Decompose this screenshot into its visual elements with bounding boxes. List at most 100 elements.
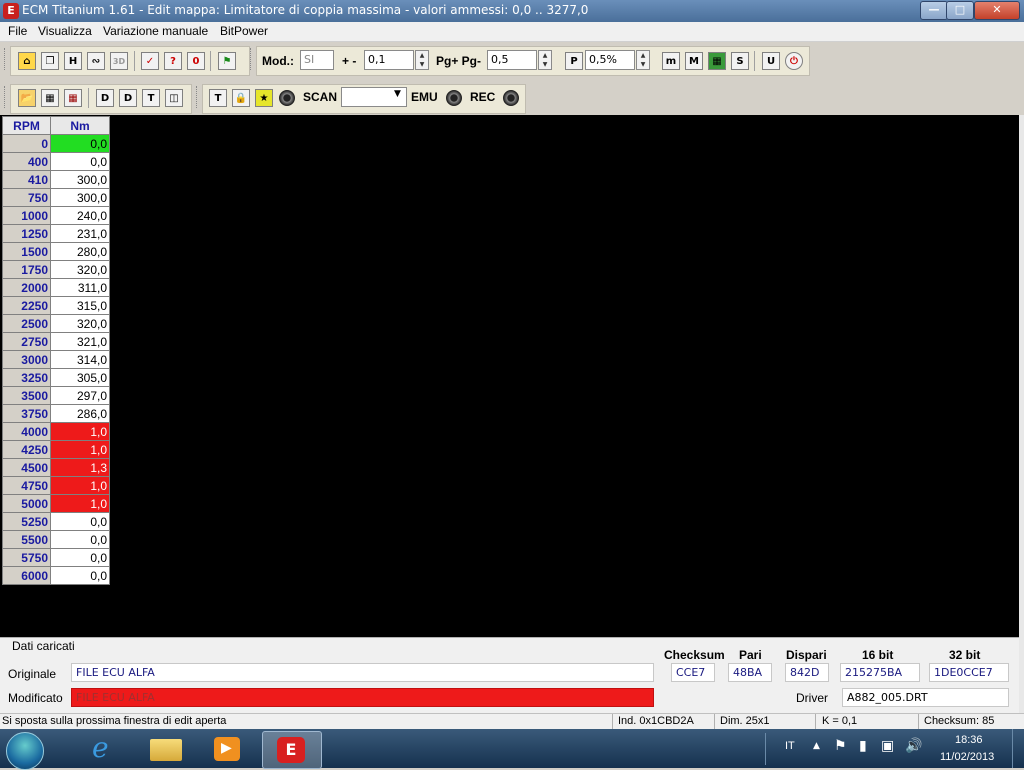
nm-cell[interactable]: 0,0	[50, 566, 110, 585]
nm-cell[interactable]: 286,0	[50, 404, 110, 423]
page-step-input[interactable]: 0,5	[487, 50, 537, 70]
d-button-1[interactable]: D	[96, 89, 114, 107]
s-button[interactable]: S	[731, 52, 749, 70]
ecm-titanium-taskbar-icon[interactable]: E	[262, 731, 322, 769]
t-button[interactable]: T	[142, 89, 160, 107]
menu-visualizza[interactable]: Visualizza	[38, 24, 92, 38]
nm-cell[interactable]: 1,0	[50, 476, 110, 495]
nm-cell[interactable]: 315,0	[50, 296, 110, 315]
show-desktop-button[interactable]	[1012, 729, 1024, 768]
save-icon[interactable]: ▦	[41, 89, 59, 107]
nm-cell[interactable]: 1,3	[50, 458, 110, 477]
table-row[interactable]: 3750 286,0	[2, 404, 110, 423]
nm-cell[interactable]: 300,0	[50, 170, 110, 189]
table-row[interactable]: 3000 314,0	[2, 350, 110, 369]
m-lower-button[interactable]: m	[662, 52, 680, 70]
table-row[interactable]: 3250 305,0	[2, 368, 110, 387]
table-row[interactable]: 400 0,0	[2, 152, 110, 171]
m-upper-button[interactable]: M	[685, 52, 703, 70]
home-icon[interactable]: ⌂	[18, 52, 36, 70]
volume-icon[interactable]: 🔊	[905, 738, 922, 754]
table-row[interactable]: 4000 1,0	[2, 422, 110, 441]
toolbar-grip[interactable]	[4, 48, 8, 70]
toolbar-grip[interactable]	[250, 48, 254, 70]
table-row[interactable]: 1250 231,0	[2, 224, 110, 243]
table-row[interactable]: 4750 1,0	[2, 476, 110, 495]
nm-cell[interactable]: 280,0	[50, 242, 110, 261]
nm-cell[interactable]: 320,0	[50, 314, 110, 333]
table-row[interactable]: 0 0,0	[2, 134, 110, 153]
lock-icon[interactable]: 🔒	[232, 89, 250, 107]
columns-icon[interactable]: ◫	[165, 89, 183, 107]
battery-icon[interactable]: ▮	[859, 738, 867, 754]
nm-cell[interactable]: 0,0	[50, 530, 110, 549]
nm-cell[interactable]: 314,0	[50, 350, 110, 369]
table-row[interactable]: 2750 321,0	[2, 332, 110, 351]
step-spinner[interactable]: ▲ ▼	[415, 50, 429, 70]
table-row[interactable]: 1000 240,0	[2, 206, 110, 225]
table-row[interactable]: 5750 0,0	[2, 548, 110, 567]
menu-file[interactable]: File	[8, 24, 27, 38]
internet-explorer-icon[interactable]: e	[80, 731, 134, 767]
table-row[interactable]: 2000 311,0	[2, 278, 110, 297]
table-row[interactable]: 5250 0,0	[2, 512, 110, 531]
table-row[interactable]: 1500 280,0	[2, 242, 110, 261]
table-row[interactable]: 2250 315,0	[2, 296, 110, 315]
emu-icon[interactable]	[446, 90, 462, 106]
nm-cell[interactable]: 0,0	[50, 512, 110, 531]
table-row[interactable]: 2500 320,0	[2, 314, 110, 333]
nm-cell[interactable]: 321,0	[50, 332, 110, 351]
nm-cell[interactable]: 240,0	[50, 206, 110, 225]
nm-cell[interactable]: 1,0	[50, 440, 110, 459]
table-row[interactable]: 750 300,0	[2, 188, 110, 207]
graph-3d-button[interactable]: 3D	[110, 52, 128, 70]
minimize-button[interactable]: —	[920, 1, 948, 20]
nm-cell[interactable]: 311,0	[50, 278, 110, 297]
table-row[interactable]: 4250 1,0	[2, 440, 110, 459]
language-indicator[interactable]: IT	[785, 740, 795, 752]
percent-spinner[interactable]: ▲ ▼	[636, 50, 650, 70]
mod-input[interactable]: SI	[300, 50, 334, 70]
media-player-icon[interactable]: ▶	[200, 731, 254, 767]
record-icon[interactable]	[279, 90, 295, 106]
u-button[interactable]: U	[762, 52, 780, 70]
zero-button[interactable]: 0	[187, 52, 205, 70]
t-button-2[interactable]: T	[209, 89, 227, 107]
action-center-icon[interactable]: ⚑	[834, 738, 847, 754]
tray-expand-icon[interactable]: ▲	[813, 741, 820, 751]
chevron-down-icon[interactable]: ▼	[394, 89, 401, 99]
graph-2d-icon[interactable]: ∾	[87, 52, 105, 70]
color-map-icon[interactable]: ▦	[708, 52, 726, 70]
flag-icon[interactable]: ⚑	[218, 52, 236, 70]
table-row[interactable]: 5500 0,0	[2, 530, 110, 549]
nm-cell[interactable]: 0,0	[50, 548, 110, 567]
hex-view-button[interactable]: H	[64, 52, 82, 70]
rec-icon[interactable]	[503, 90, 519, 106]
power-icon[interactable]: ⏻	[785, 52, 803, 70]
page-step-spinner[interactable]: ▲ ▼	[538, 50, 552, 70]
nm-cell[interactable]: 0,0	[50, 152, 110, 171]
check-icon[interactable]: ✓	[141, 52, 159, 70]
toolbar-grip[interactable]	[4, 86, 8, 108]
percent-input[interactable]: 0,5%	[585, 50, 635, 70]
network-icon[interactable]: ▣	[881, 738, 894, 754]
runner-icon[interactable]: ★	[255, 89, 273, 107]
nm-cell[interactable]: 1,0	[50, 422, 110, 441]
nm-cell[interactable]: 300,0	[50, 188, 110, 207]
toolbar-grip[interactable]	[196, 86, 200, 108]
open-folder-icon[interactable]: 📂	[18, 89, 36, 107]
d-button-2[interactable]: D	[119, 89, 137, 107]
save-as-icon[interactable]: ▦	[64, 89, 82, 107]
table-row[interactable]: 4500 1,3	[2, 458, 110, 477]
nm-cell[interactable]: 0,0	[50, 134, 110, 153]
table-row[interactable]: 1750 320,0	[2, 260, 110, 279]
nm-cell[interactable]: 305,0	[50, 368, 110, 387]
menu-bitpower[interactable]: BitPower	[220, 24, 268, 38]
nm-cell[interactable]: 297,0	[50, 386, 110, 405]
scrollbar[interactable]	[1019, 115, 1024, 713]
nm-cell[interactable]: 1,0	[50, 494, 110, 513]
maximize-button[interactable]: □	[946, 1, 974, 20]
close-button[interactable]: ✕	[974, 1, 1020, 20]
help-icon[interactable]: ?	[164, 52, 182, 70]
table-row[interactable]: 6000 0,0	[2, 566, 110, 585]
